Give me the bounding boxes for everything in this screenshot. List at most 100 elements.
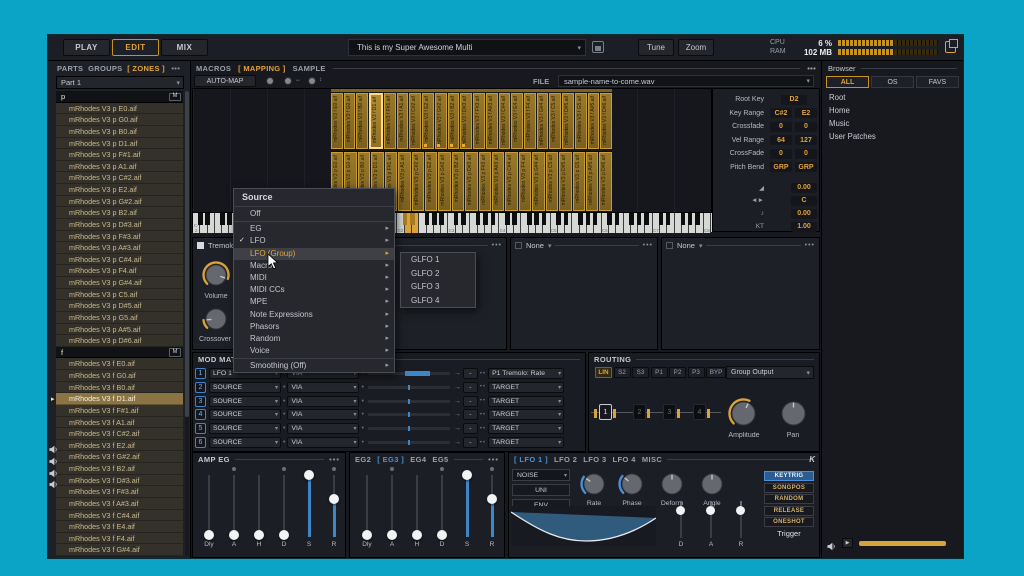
file-list-item[interactable]: mRhodes V3 p A#5.aif: [56, 324, 183, 336]
menu-item-macro[interactable]: Macro▸: [234, 260, 394, 272]
browser-item-user-patches[interactable]: User Patches: [829, 132, 876, 141]
slot-enable-checkbox[interactable]: [515, 242, 522, 249]
matrix-target-selector[interactable]: TARGET▾: [488, 382, 564, 393]
zone-param-value[interactable]: 0: [770, 149, 792, 159]
menu-item-midi-ccs[interactable]: MIDI CCs▸: [234, 284, 394, 296]
routing-tab-p2[interactable]: P2: [669, 367, 686, 378]
speaker-icon[interactable]: [827, 538, 837, 548]
zone-strip[interactable]: mRhodes V3 p C#4.aif: [505, 152, 517, 211]
file-list-item[interactable]: mRhodes V3 p D#3.aif: [56, 219, 183, 231]
piano-key-black[interactable]: [205, 213, 210, 225]
zone-strip[interactable]: mRhodes V3 f G0.aif: [344, 93, 356, 149]
submenu-item-glfo-4[interactable]: GLFO 4: [401, 294, 475, 308]
file-list-item[interactable]: mRhodes V3 f F#3.aif: [56, 486, 183, 498]
routing-tab-p1[interactable]: P1: [651, 367, 668, 378]
zone-param-value[interactable]: C#2: [770, 108, 792, 118]
piano-key-black[interactable]: [505, 213, 510, 225]
zone-strip[interactable]: mRhodes V3 f F#3.aif: [473, 93, 485, 149]
matrix-via-selector[interactable]: VIA▾: [287, 423, 359, 434]
file-list-item[interactable]: mRhodes V3 p G5.aif: [56, 312, 183, 324]
menu-item-lfo-group-[interactable]: LFO (Group)▸: [234, 248, 394, 260]
matrix-curve-selector[interactable]: -: [463, 437, 478, 448]
file-list-item[interactable]: mRhodes V3 f C#2.aif: [56, 428, 183, 440]
matrix-curve-selector[interactable]: -: [463, 382, 478, 393]
file-list-item[interactable]: mRhodes V3 p C#4.aif: [56, 254, 183, 266]
piano-key-black[interactable]: [564, 213, 569, 225]
piano-key-black[interactable]: [512, 213, 517, 225]
matrix-source-selector[interactable]: SOURCE▾: [209, 382, 281, 393]
zone-param-value[interactable]: 1.00: [791, 222, 817, 232]
routing-tab-lin[interactable]: LIN: [595, 367, 612, 378]
deform-knob[interactable]: [657, 469, 687, 504]
lfo-tab-misc[interactable]: MISC: [642, 455, 662, 464]
piano-key-black[interactable]: [615, 213, 620, 225]
lfo-tab-lfo1[interactable]: [ LFO 1 ]: [514, 455, 548, 464]
map-knob-icon[interactable]: [266, 77, 274, 85]
file-list-item[interactable]: mRhodes V3 f C#4.aif: [56, 510, 183, 522]
zone-strip[interactable]: mRhodes V3 f A#5.aif: [588, 93, 600, 149]
piano-key-black[interactable]: [198, 213, 203, 225]
menu-item-midi[interactable]: MIDI▸: [234, 272, 394, 284]
file-list-item[interactable]: mRhodes V3 p A1.aif: [56, 161, 183, 173]
piano-key-black[interactable]: [659, 213, 664, 225]
zone-strip[interactable]: mRhodes V3 p A1.aif: [398, 152, 410, 211]
submenu-item-glfo-3[interactable]: GLFO 3: [401, 280, 475, 294]
slider-handle[interactable]: [706, 506, 715, 515]
zone-strip[interactable]: mRhodes V3 f G5.aif: [575, 93, 587, 149]
trigger-random[interactable]: RANDOM: [764, 494, 814, 504]
zone-param-value[interactable]: GRP: [795, 162, 817, 172]
mute-button[interactable]: M: [169, 93, 181, 102]
slider-handle[interactable]: [362, 530, 372, 540]
zone-strip[interactable]: mRhodes V3 f E4.aif: [511, 93, 523, 149]
top-button-tune[interactable]: Tune: [638, 39, 674, 56]
auto-map-button[interactable]: AUTO-MAP: [194, 75, 256, 87]
matrix-amount-slider[interactable]: [368, 423, 450, 434]
browser-item-music[interactable]: Music: [829, 119, 849, 128]
zone-strip[interactable]: mRhodes V3 f G#4.aif: [537, 93, 549, 149]
mute-button[interactable]: M: [169, 348, 181, 357]
matrix-target-selector[interactable]: TARGET▾: [488, 437, 564, 448]
piano-key-black[interactable]: [593, 213, 598, 225]
zone-param-value[interactable]: E2: [795, 108, 817, 118]
zone-strip[interactable]: mRhodes V3 p G#4.aif: [532, 152, 544, 211]
piano-key-black[interactable]: [220, 213, 225, 225]
multi-name-selector[interactable]: This is my Super Awesome Multi▾: [348, 39, 586, 56]
menu-item-lfo[interactable]: ✓LFO▸: [234, 235, 394, 247]
piano-key-black[interactable]: [607, 213, 612, 225]
matrix-amount-slider[interactable]: [368, 382, 450, 393]
slider-handle[interactable]: [204, 530, 214, 540]
matrix-curve-selector[interactable]: -: [463, 409, 478, 420]
piano-key-black[interactable]: [629, 213, 634, 225]
piano-key-black[interactable]: [534, 213, 539, 225]
piano-key-black[interactable]: [432, 213, 437, 225]
slot-enable-checkbox[interactable]: [197, 242, 204, 249]
zone-strip[interactable]: mRhodes V3 p C5.aif: [546, 152, 558, 211]
lfo-tab-lfo2[interactable]: LFO 2: [554, 455, 577, 464]
zone-param-value[interactable]: 0.00: [791, 209, 817, 219]
browser-tab-all[interactable]: ALL: [826, 76, 869, 88]
menu-item-phasors[interactable]: Phasors▸: [234, 321, 394, 333]
zone-strip[interactable]: mRhodes V3 p D#6.aif: [599, 152, 611, 211]
matrix-amount-slider[interactable]: [368, 437, 450, 448]
zone-strip[interactable]: mRhodes V3 p F4.aif: [519, 152, 531, 211]
piano-key-black[interactable]: [681, 213, 686, 225]
zone-strip[interactable]: mRhodes V3 p C#2.aif: [412, 152, 424, 211]
zone-strip[interactable]: mRhodes V3 p D#3.aif: [465, 152, 477, 211]
file-list-item[interactable]: mRhodes V3 f F#1.aif: [56, 405, 183, 417]
tab-sample[interactable]: SAMPLE: [293, 64, 326, 73]
file-list-item[interactable]: mRhodes V3 f E0.aif: [56, 358, 183, 370]
matrix-via-selector[interactable]: VIA▾: [287, 437, 359, 448]
file-list-item[interactable]: mRhodes V3 f A1.aif: [56, 417, 183, 429]
file-list-item[interactable]: mRhodes V3 p D1.aif: [56, 138, 183, 150]
piano-key-black[interactable]: [542, 213, 547, 225]
file-list-item[interactable]: mRhodes V3 p G#2.aif: [56, 196, 183, 208]
zone-strip[interactable]: mRhodes V3 f A1.aif: [397, 93, 409, 149]
piano-key-black[interactable]: [483, 213, 488, 225]
zone-param-value[interactable]: 64: [770, 135, 792, 145]
zone-strip[interactable]: mRhodes V3 p A#5.aif: [586, 152, 598, 211]
pan-knob[interactable]: [777, 397, 810, 435]
piano-key-black[interactable]: [461, 213, 466, 225]
slot-label[interactable]: None: [677, 241, 695, 250]
matrix-source-selector[interactable]: SOURCE▾: [209, 437, 281, 448]
chain-node-1[interactable]: 1: [599, 404, 612, 420]
